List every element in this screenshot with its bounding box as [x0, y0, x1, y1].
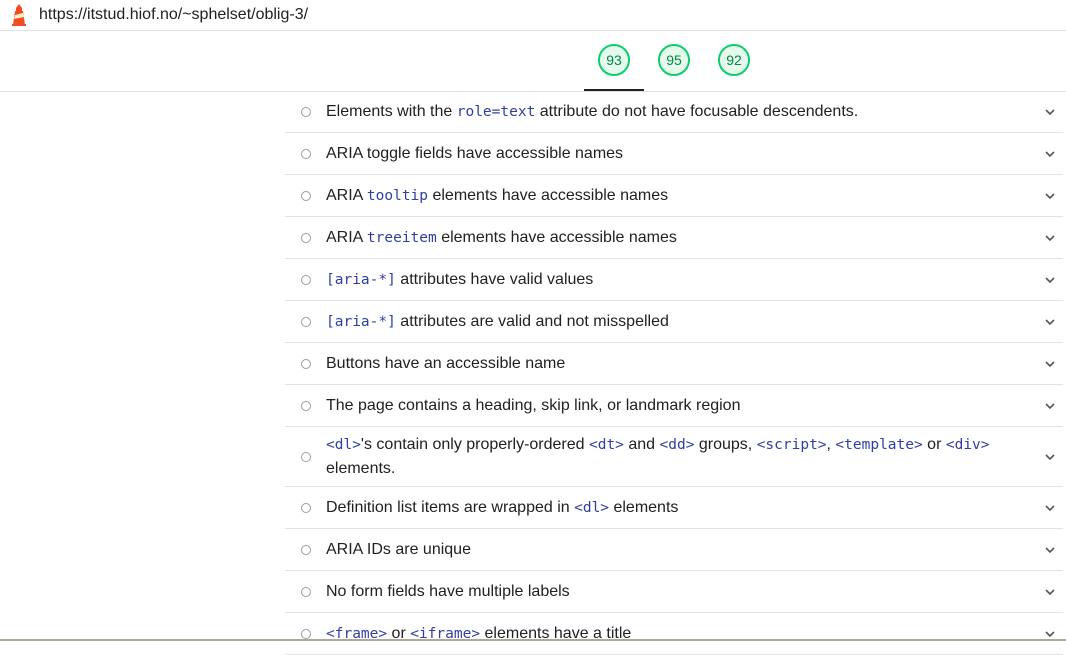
audit-text: Definition list items are wrapped in [326, 498, 575, 516]
audit-text: The page contains a heading, skip link, … [326, 396, 741, 414]
audit-code-snippet: <div> [945, 436, 990, 453]
chevron-down-icon[interactable] [1043, 357, 1057, 371]
audit-title: ARIA treeitem elements have accessible n… [326, 226, 1033, 250]
audit-title: ARIA IDs are unique [326, 538, 1033, 562]
audit-status-icon [301, 316, 311, 327]
audit-row[interactable]: ARIA tooltip elements have accessible na… [285, 175, 1063, 217]
audit-text: ARIA [326, 186, 367, 204]
audit-title: ARIA tooltip elements have accessible na… [326, 184, 1033, 208]
audit-status-icon [301, 628, 311, 639]
audit-status-icon [301, 358, 311, 369]
url-text[interactable]: https://itstud.hiof.no/~sphelset/oblig-3… [39, 6, 308, 24]
score-gauge-accessibility[interactable]: 95 [658, 44, 690, 76]
audit-status-icon [301, 586, 311, 597]
audit-row[interactable]: [aria-*] attributes have valid values [285, 259, 1063, 301]
audit-code-snippet: <dl> [326, 436, 361, 453]
audit-status-icon [301, 400, 311, 411]
audit-status-icon [301, 190, 311, 201]
audit-code-snippet: <dt> [588, 436, 624, 453]
audit-title: Buttons have an accessible name [326, 352, 1033, 376]
audit-status-icon [301, 148, 311, 159]
score-gauge-best-practices[interactable]: 92 [718, 44, 750, 76]
audit-status-icon [301, 274, 311, 285]
chevron-down-icon[interactable] [1043, 543, 1057, 557]
audit-status-icon [301, 544, 311, 555]
lighthouse-icon [12, 4, 26, 26]
audit-text: ARIA [326, 228, 367, 246]
chevron-down-icon[interactable] [1043, 231, 1057, 245]
audit-text: 's contain only properly-ordered [360, 435, 589, 453]
score-tabs: 93 95 92 [0, 31, 1066, 92]
audit-title: <frame> or <iframe> elements have a titl… [326, 622, 1033, 646]
audit-row[interactable]: ARIA IDs are unique [285, 529, 1063, 571]
audit-code-snippet: treeitem [366, 229, 437, 246]
audit-code-snippet: role=text [456, 103, 536, 120]
audit-text: attributes have valid values [395, 270, 594, 288]
chevron-down-icon[interactable] [1043, 450, 1057, 464]
address-bar: https://itstud.hiof.no/~sphelset/oblig-3… [0, 0, 1066, 31]
audit-text: attributes are valid and not misspelled [395, 312, 669, 330]
audit-text: attribute do not have focusable descende… [535, 102, 859, 120]
audit-code-snippet: [aria-*] [326, 313, 396, 330]
audit-title: [aria-*] attributes are valid and not mi… [326, 310, 1033, 334]
audit-row[interactable]: [aria-*] attributes are valid and not mi… [285, 301, 1063, 343]
audit-row[interactable]: ARIA toggle fields have accessible names [285, 133, 1063, 175]
audit-code-snippet: <dd> [659, 436, 695, 453]
audit-title: Elements with the role=text attribute do… [326, 100, 1033, 124]
chevron-down-icon[interactable] [1043, 147, 1057, 161]
audit-code-snippet: tooltip [366, 187, 429, 204]
audit-text: elements. [326, 459, 396, 477]
audit-row[interactable]: Elements with the role=text attribute do… [285, 91, 1063, 133]
audit-text: or [922, 435, 946, 453]
audit-text: and [623, 435, 660, 453]
audit-title: No form fields have multiple labels [326, 580, 1033, 604]
audit-status-icon [301, 502, 311, 513]
audit-title: [aria-*] attributes have valid values [326, 268, 1033, 292]
chevron-down-icon[interactable] [1043, 273, 1057, 287]
audit-row[interactable]: <dl>'s contain only properly-ordered <dt… [285, 427, 1063, 487]
chevron-down-icon[interactable] [1043, 585, 1057, 599]
audit-row[interactable]: No form fields have multiple labels [285, 571, 1063, 613]
audit-row[interactable]: ARIA treeitem elements have accessible n… [285, 217, 1063, 259]
audit-code-snippet: [aria-*] [326, 271, 396, 288]
chevron-down-icon[interactable] [1043, 399, 1057, 413]
score-gauge-performance[interactable]: 93 [598, 44, 630, 76]
audit-text: Buttons have an accessible name [326, 354, 566, 372]
audit-text: No form fields have multiple labels [326, 582, 570, 600]
audit-title: <dl>'s contain only properly-ordered <dt… [326, 433, 1033, 481]
audit-text: elements have accessible names [436, 228, 677, 246]
audit-text: elements have accessible names [428, 186, 669, 204]
audit-text: Elements with the [326, 102, 457, 120]
audit-title: ARIA toggle fields have accessible names [326, 142, 1033, 166]
audit-title: Definition list items are wrapped in <dl… [326, 496, 1033, 520]
chevron-down-icon[interactable] [1043, 501, 1057, 515]
audit-code-snippet: <dl> [574, 499, 610, 516]
audit-text: elements [609, 498, 679, 516]
chevron-down-icon[interactable] [1043, 315, 1057, 329]
audit-title: The page contains a heading, skip link, … [326, 394, 1033, 418]
audit-status-icon [301, 232, 311, 243]
audit-status-icon [301, 106, 311, 117]
audit-status-icon [301, 451, 311, 462]
audit-list: Elements with the role=text attribute do… [285, 91, 1063, 655]
audit-row[interactable]: Definition list items are wrapped in <dl… [285, 487, 1063, 529]
audit-code-snippet: <template> [835, 436, 923, 453]
chevron-down-icon[interactable] [1043, 105, 1057, 119]
audit-text: groups, [694, 435, 757, 453]
audit-text: ARIA IDs are unique [326, 540, 471, 558]
audit-text: ARIA toggle fields have accessible names [326, 144, 624, 162]
audit-row[interactable]: The page contains a heading, skip link, … [285, 385, 1063, 427]
audit-row[interactable]: Buttons have an accessible name [285, 343, 1063, 385]
audit-code-snippet: <script> [756, 436, 827, 453]
audit-row[interactable]: <frame> or <iframe> elements have a titl… [285, 613, 1063, 655]
chevron-down-icon[interactable] [1043, 189, 1057, 203]
